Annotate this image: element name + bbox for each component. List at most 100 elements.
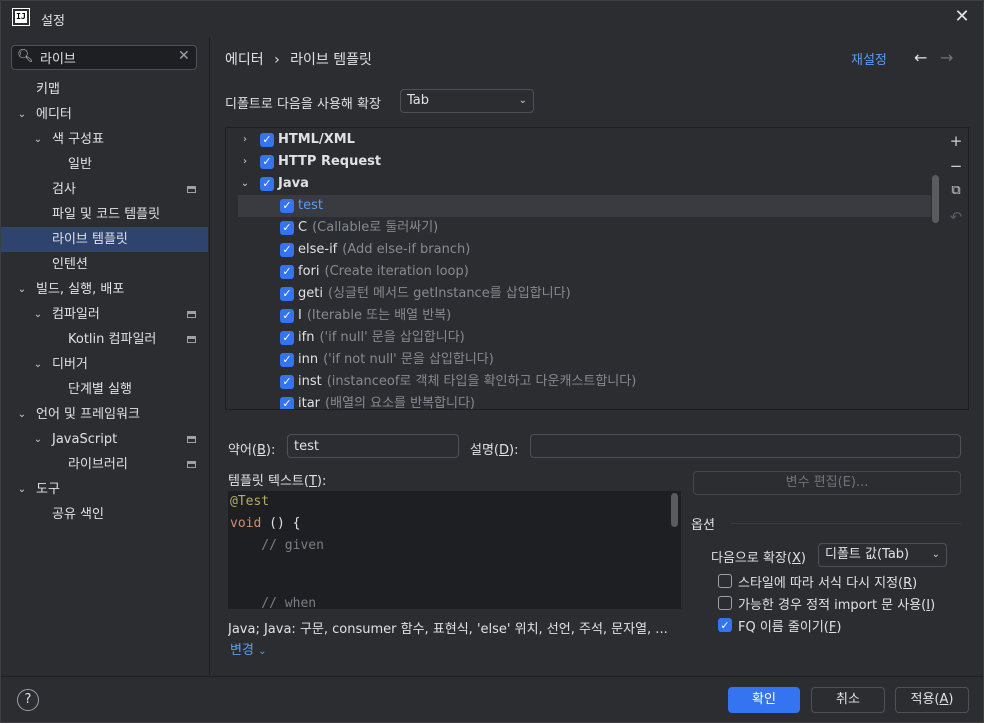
template-row[interactable]: ✓ C (Callable로 둘러싸기) bbox=[226, 217, 942, 239]
copy-icon[interactable]: ⧉ bbox=[947, 182, 965, 200]
settings-dialog: IJ 설정 ✕ 🔍︎ ✕ 키맵 ⌄ 에디터 ⌄ 색 구성표일반검사파일 및 코드 템플릿… bbox=[0, 0, 984, 723]
close-icon[interactable]: ✕ bbox=[951, 6, 973, 28]
chevron-down-icon[interactable]: ⌄ bbox=[238, 173, 252, 195]
chevron-down-icon[interactable]: ⌄ bbox=[31, 427, 45, 452]
chevron-right-icon[interactable]: › bbox=[238, 151, 252, 173]
reformat-checkbox[interactable] bbox=[718, 574, 732, 588]
sidebar-item[interactable]: ⌄ 빌드, 실행, 배포 bbox=[1, 277, 208, 302]
chevron-down-icon[interactable]: ⌄ bbox=[31, 352, 45, 377]
template-checkbox[interactable]: ✓ bbox=[280, 199, 294, 213]
chevron-down-icon[interactable]: ⌄ bbox=[15, 477, 29, 502]
template-checkbox[interactable]: ✓ bbox=[280, 375, 294, 389]
template-row[interactable]: ✓ itar (배열의 요소를 반복합니다) bbox=[226, 393, 942, 409]
chevron-down-icon[interactable]: ⌄ bbox=[15, 402, 29, 427]
apply-button[interactable]: 적용(A) bbox=[895, 687, 969, 713]
cancel-button[interactable]: 취소 bbox=[811, 687, 885, 713]
template-abbreviation: geti bbox=[298, 286, 323, 301]
chevron-right-icon[interactable]: › bbox=[238, 129, 252, 151]
template-row[interactable]: ✓ inn ('if not null' 문을 삽입합니다) bbox=[226, 349, 942, 371]
reformat-label: 스타일에 따라 서식 다시 지정(R) bbox=[738, 576, 918, 591]
ok-button[interactable]: 확인 bbox=[728, 687, 800, 713]
template-checkbox[interactable]: ✓ bbox=[280, 353, 294, 367]
add-icon[interactable]: + bbox=[947, 132, 965, 150]
sidebar-item[interactable]: ⌄ 색 구성표 bbox=[1, 127, 208, 152]
editor-line: @Test bbox=[230, 494, 270, 509]
back-arrow-icon[interactable]: ← bbox=[914, 48, 927, 67]
chevron-down-icon[interactable]: ⌄ bbox=[15, 102, 29, 127]
sidebar-item[interactable]: 검사 bbox=[1, 177, 208, 202]
remove-icon[interactable]: − bbox=[947, 157, 965, 175]
sidebar-item[interactable]: ⌄ JavaScript bbox=[1, 427, 208, 452]
sidebar-item[interactable]: 파일 및 코드 템플릿 bbox=[1, 202, 208, 227]
intellij-logo-icon: IJ bbox=[12, 8, 30, 26]
template-checkbox[interactable]: ✓ bbox=[280, 221, 294, 235]
sidebar-item[interactable]: Kotlin 컴파일러 bbox=[1, 327, 208, 352]
template-description: (Create iteration loop) bbox=[324, 264, 469, 279]
sidebar-item[interactable]: 인텐션 bbox=[1, 252, 208, 277]
template-group-row[interactable]: › ✓ HTTP Request bbox=[226, 151, 942, 173]
static-import-checkbox[interactable] bbox=[718, 596, 732, 610]
template-row[interactable]: ✓ else-if (Add else-if branch) bbox=[226, 239, 942, 261]
chevron-down-icon[interactable]: ⌄ bbox=[31, 127, 45, 152]
sidebar-item[interactable]: ⌄ 에디터 bbox=[1, 102, 208, 127]
search-input[interactable] bbox=[40, 49, 175, 66]
template-abbreviation: HTTP Request bbox=[278, 154, 382, 169]
template-checkbox[interactable]: ✓ bbox=[280, 287, 294, 301]
sidebar-item[interactable]: ⌄ 컴파일러 bbox=[1, 302, 208, 327]
template-label: Java bbox=[278, 173, 309, 195]
reset-link[interactable]: 재설정 bbox=[851, 49, 887, 68]
template-checkbox[interactable]: ✓ bbox=[280, 243, 294, 257]
edit-variables-button[interactable]: 변수 편집(E)... bbox=[693, 471, 961, 495]
template-group-row[interactable]: ⌄ ✓ Java bbox=[226, 173, 942, 195]
sidebar-item[interactable]: ⌄ 디버거 bbox=[1, 352, 208, 377]
help-icon[interactable]: ? bbox=[17, 689, 39, 711]
sidebar-item[interactable]: 라이브러리 bbox=[1, 452, 208, 477]
template-label: HTML/XML bbox=[278, 129, 355, 151]
template-row[interactable]: ✓ fori (Create iteration loop) bbox=[226, 261, 942, 283]
template-row[interactable]: ✓ inst (instanceof로 객체 타입을 확인하고 다운캐스트합니다) bbox=[226, 371, 942, 393]
template-row[interactable]: ✓ ifn ('if null' 문을 삽입합니다) bbox=[226, 327, 942, 349]
search-box[interactable]: 🔍︎ ✕ bbox=[11, 45, 197, 70]
template-text-editor[interactable]: @Test void () { // given // when bbox=[228, 491, 681, 609]
sidebar-item[interactable]: 라이브 템플릿 bbox=[1, 227, 208, 252]
chevron-down-icon[interactable]: ⌄ bbox=[15, 277, 29, 302]
sidebar-item[interactable]: ⌄ 언어 및 프레임워크 bbox=[1, 402, 208, 427]
chevron-down-icon[interactable]: ⌄ bbox=[31, 302, 45, 327]
abbreviation-input[interactable] bbox=[287, 434, 459, 458]
editor-line: // given bbox=[230, 538, 324, 553]
sidebar-item-label: 에디터 bbox=[36, 107, 72, 122]
restore-icon[interactable]: ↶ bbox=[947, 208, 965, 226]
breadcrumb-parent[interactable]: 에디터 bbox=[225, 52, 264, 68]
sidebar-item-label: 검사 bbox=[52, 182, 76, 197]
template-checkbox[interactable]: ✓ bbox=[280, 309, 294, 323]
template-checkbox[interactable]: ✓ bbox=[260, 133, 274, 147]
template-row[interactable]: ✓ geti (싱글턴 메서드 getInstance를 삽입합니다) bbox=[226, 283, 942, 305]
template-checkbox[interactable]: ✓ bbox=[260, 177, 274, 191]
settings-sidebar: 🔍︎ ✕ 키맵 ⌄ 에디터 ⌄ 색 구성표일반검사파일 및 코드 템플릿라이브 템플릿인… bbox=[1, 37, 208, 675]
sidebar-item[interactable]: ⌄ 도구 bbox=[1, 477, 208, 502]
template-row[interactable]: ✓ I (Iterable 또는 배열 반복) bbox=[226, 305, 942, 327]
search-icon: 🔍︎ bbox=[17, 49, 34, 64]
template-checkbox[interactable]: ✓ bbox=[260, 155, 274, 169]
sidebar-item[interactable]: 일반 bbox=[1, 152, 208, 177]
description-input[interactable] bbox=[530, 434, 961, 458]
sidebar-item[interactable]: 단계별 실행 bbox=[1, 377, 208, 402]
template-group-row[interactable]: › ✓ HTML/XML bbox=[226, 129, 942, 151]
template-row[interactable]: ✓ test bbox=[238, 195, 931, 217]
clear-search-icon[interactable]: ✕ bbox=[178, 48, 190, 64]
template-checkbox[interactable]: ✓ bbox=[280, 265, 294, 279]
sidebar-item[interactable]: 키맵 bbox=[1, 77, 208, 102]
editor-scrollbar[interactable] bbox=[671, 493, 678, 527]
template-label: inst (instanceof로 객체 타입을 확인하고 다운캐스트합니다) bbox=[298, 371, 636, 393]
template-checkbox[interactable]: ✓ bbox=[280, 331, 294, 345]
expand-template-select[interactable]: 디폴트 값(Tab) ⌄ bbox=[818, 543, 947, 567]
tree-scrollbar[interactable] bbox=[932, 175, 939, 223]
forward-arrow-icon[interactable]: → bbox=[940, 48, 953, 67]
change-context-link[interactable]: 변경 ⌄ bbox=[230, 639, 266, 658]
sidebar-item[interactable]: 공유 색인 bbox=[1, 502, 208, 527]
expand-with-select[interactable]: Tab ⌄ bbox=[400, 89, 534, 113]
template-checkbox[interactable]: ✓ bbox=[280, 397, 294, 409]
description-label: 설명(D): bbox=[470, 443, 519, 458]
shorten-fq-checkbox[interactable]: ✓ bbox=[718, 618, 732, 632]
template-description: (Add else-if branch) bbox=[342, 242, 471, 257]
